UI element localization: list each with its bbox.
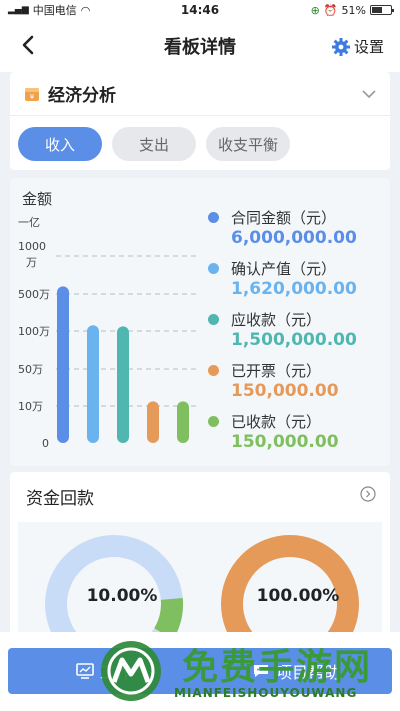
legend-dot: [208, 364, 219, 376]
watermark-logo: [101, 641, 161, 701]
svg-text:¥: ¥: [30, 93, 35, 101]
bar-2[interactable]: [87, 325, 99, 443]
bar-chart-card: 金额一亿 1000 万 500万 100万 50万 10万 0 合同金额（元） 6,000,00…: [10, 178, 390, 466]
legend-name: 应收款（元）: [208, 308, 357, 330]
legend-name: 合同金额（元）: [208, 206, 357, 228]
watermark-text: 免费手游网: [182, 646, 373, 688]
chevron-down-icon[interactable]: [362, 89, 376, 99]
legend-item: 已开票（元） 150,000.00: [208, 359, 357, 403]
y-axis-title: 金额: [22, 190, 52, 208]
monitor-icon: [76, 663, 94, 679]
legend-item: 应收款（元） 1,500,000.00: [208, 308, 357, 352]
legend-value: 150,000.00: [231, 381, 339, 401]
legend-name: 已开票（元）: [208, 359, 357, 381]
y-tick-label: 10万: [18, 400, 43, 413]
economic-tabs: 收入 支出 收支平衡: [10, 116, 390, 172]
legend-label: 应收款（元）: [231, 310, 322, 329]
legend-item: 已收款（元） 150,000.00: [208, 410, 357, 454]
funds-card: 资金回款 10.00% 100.00%: [10, 472, 390, 673]
legend-dot: [208, 211, 219, 223]
economic-title: 经济分析: [48, 86, 116, 106]
gear-icon: [331, 37, 350, 56]
legend-dot: [208, 313, 219, 325]
y-tick-label: 500万: [18, 288, 50, 301]
chart-legend: 合同金额（元） 6,000,000.00 确认产值（元） 1,620,000.00 应收…: [208, 206, 357, 461]
tab-expense[interactable]: 支出: [112, 127, 196, 161]
legend-name: 确认产值（元）: [208, 257, 357, 279]
status-time: 14:46: [180, 3, 220, 17]
legend-value: 1,500,000.00: [231, 330, 357, 350]
status-bar: ▂▄▆ 中国电信 ◠ 14:46 ⊕ ⏰ 51%: [0, 0, 400, 20]
bar-1[interactable]: [57, 286, 69, 443]
y-tick-label: 100万: [18, 325, 50, 338]
economic-analysis-card: ¥ 经济分析 收入 支出 收支平衡: [10, 72, 390, 170]
legend-dot: [208, 262, 219, 274]
donut-area: 10.00% 100.00%: [18, 522, 382, 673]
legend-name: 已收款（元）: [208, 410, 357, 432]
bar-4[interactable]: [147, 401, 159, 443]
bar-5[interactable]: [177, 401, 189, 443]
legend-dot: [208, 415, 219, 427]
legend-label: 确认产值（元）: [231, 259, 337, 278]
wallet-icon: ¥: [25, 87, 39, 101]
economic-header[interactable]: ¥ 经济分析: [10, 72, 390, 116]
y-tick-label: 50万: [18, 363, 43, 376]
site-watermark: 免费手游网 MIANFEISHOUYOUWANG: [96, 636, 396, 706]
donut-label-2: 100.00%: [256, 586, 340, 606]
nav-bar: 看板详情 设置: [0, 20, 400, 72]
tab-income[interactable]: 收入: [18, 127, 102, 161]
watermark-subtext: MIANFEISHOUYOUWANG: [174, 686, 358, 700]
y-tick-label: 1000: [18, 240, 46, 253]
chevron-right-circle-icon[interactable]: [360, 486, 376, 502]
tab-balance[interactable]: 收支平衡: [206, 127, 290, 161]
funds-title: 资金回款: [26, 489, 94, 509]
y-tick-label: 一亿: [18, 216, 40, 229]
legend-item: 合同金额（元） 6,000,000.00: [208, 206, 357, 250]
donut-charts: [45, 535, 359, 673]
y-tick-label-unit: 万: [26, 256, 37, 269]
legend-label: 已收款（元）: [231, 412, 322, 431]
donut-label-1: 10.00%: [86, 586, 158, 606]
legend-label: 已开票（元）: [231, 361, 322, 380]
legend-item: 确认产值（元） 1,620,000.00: [208, 257, 357, 301]
y-tick-label: 0: [42, 437, 49, 450]
legend-value: 150,000.00: [231, 432, 339, 452]
legend-value: 1,620,000.00: [231, 279, 357, 299]
settings-button[interactable]: 设置: [331, 36, 384, 57]
bar-3[interactable]: [117, 326, 129, 443]
battery-icon: [370, 5, 394, 15]
legend-label: 合同金额（元）: [231, 208, 337, 227]
legend-value: 6,000,000.00: [231, 228, 357, 248]
settings-label: 设置: [353, 38, 384, 56]
